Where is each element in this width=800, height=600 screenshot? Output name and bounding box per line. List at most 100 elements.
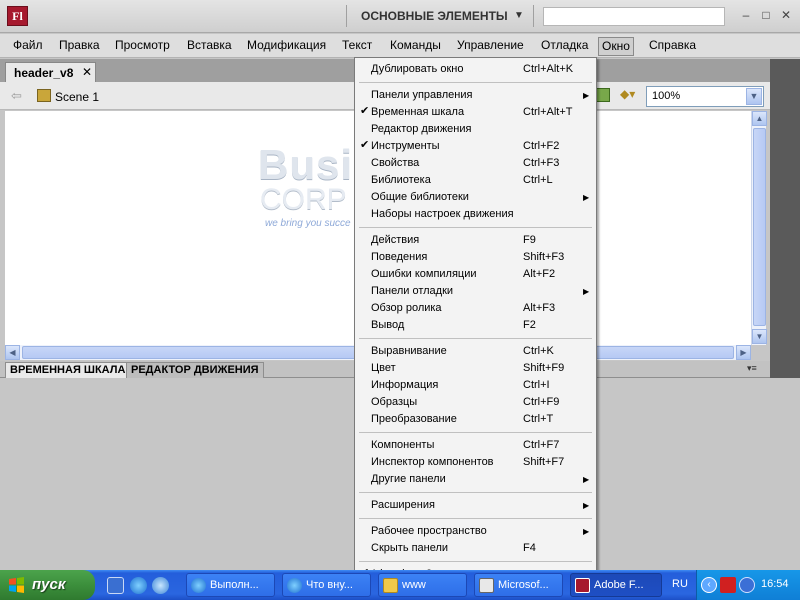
- windows-logo-icon: [9, 577, 24, 593]
- menu-item[interactable]: Информация Ctrl+I: [355, 377, 596, 394]
- search-input[interactable]: [543, 7, 725, 26]
- menu-help[interactable]: Справка: [646, 38, 699, 55]
- antivirus-icon[interactable]: [720, 577, 736, 593]
- start-label: пуск: [32, 576, 66, 593]
- menu-item[interactable]: Ошибки компиляции Alt+F2: [355, 266, 596, 283]
- submenu-arrow-icon: ▶: [583, 475, 590, 484]
- maximize-icon[interactable]: □: [759, 8, 773, 22]
- edit-symbols-icon[interactable]: [596, 88, 610, 102]
- menu-item[interactable]: Библиотека Ctrl+L: [355, 172, 596, 189]
- tray-expand-icon[interactable]: ‹: [701, 577, 717, 593]
- menu-file[interactable]: Файл: [10, 38, 46, 55]
- start-button[interactable]: пуск: [0, 570, 95, 600]
- menu-item[interactable]: Другие панели ▶: [355, 471, 596, 488]
- menu-item[interactable]: Компоненты Ctrl+F7: [355, 437, 596, 454]
- menu-item-shortcut: F4: [523, 542, 536, 554]
- menu-debug[interactable]: Отладка: [538, 38, 591, 55]
- vertical-scrollbar[interactable]: ▲ ▼: [751, 111, 767, 345]
- menu-separator: [359, 492, 592, 493]
- menu-separator: [359, 561, 592, 562]
- taskbar-button-active[interactable]: Adobe F...: [570, 573, 662, 597]
- taskbar-button[interactable]: Выполн...: [186, 573, 275, 597]
- menu-item[interactable]: Дублировать окно Ctrl+Alt+K: [355, 61, 596, 78]
- menu-item-label: Дублировать окно: [371, 63, 464, 75]
- banner-tagline: we bring you succe: [265, 218, 351, 229]
- menu-item[interactable]: Панели управления ▶: [355, 87, 596, 104]
- menu-separator: [359, 432, 592, 433]
- submenu-arrow-icon: ▶: [583, 287, 590, 296]
- tab-timeline[interactable]: ВРЕМЕННАЯ ШКАЛА: [5, 362, 131, 378]
- scroll-left-icon[interactable]: ◀: [5, 345, 20, 360]
- menu-item[interactable]: Образцы Ctrl+F9: [355, 394, 596, 411]
- menu-item[interactable]: Панели отладки ▶: [355, 283, 596, 300]
- workspace-switcher[interactable]: ОСНОВНЫЕ ЭЛЕМЕНТЫ: [361, 9, 508, 23]
- close-icon[interactable]: ✕: [82, 65, 92, 79]
- chevron-down-icon[interactable]: ▼: [746, 88, 762, 105]
- menu-item[interactable]: Свойства Ctrl+F3: [355, 155, 596, 172]
- menu-commands[interactable]: Команды: [387, 38, 444, 55]
- menu-item[interactable]: ✔ Временная шкала Ctrl+Alt+T: [355, 104, 596, 121]
- menu-item[interactable]: Рабочее пространство ▶: [355, 523, 596, 540]
- menu-item[interactable]: Действия F9: [355, 232, 596, 249]
- show-desktop-icon[interactable]: [107, 577, 124, 594]
- menu-window[interactable]: Окно: [598, 37, 634, 56]
- menu-item-label: Инструменты: [371, 140, 440, 152]
- close-icon[interactable]: ✕: [779, 8, 793, 22]
- taskbar-button[interactable]: www: [378, 573, 467, 597]
- panel-collapse-grip[interactable]: [770, 59, 800, 73]
- menu-insert[interactable]: Вставка: [184, 38, 235, 55]
- menu-item[interactable]: Вывод F2: [355, 317, 596, 334]
- scrollbar-thumb[interactable]: [753, 128, 766, 326]
- internet-explorer-icon[interactable]: [130, 577, 147, 594]
- scroll-right-icon[interactable]: ▶: [736, 345, 751, 360]
- menu-item-label: Выравнивание: [371, 345, 447, 357]
- menu-edit[interactable]: Правка: [56, 38, 103, 55]
- menu-modify[interactable]: Модификация: [244, 38, 329, 55]
- menu-item-label: Обзор ролика: [371, 302, 442, 314]
- zoom-select[interactable]: 100% ▼: [646, 86, 764, 107]
- menu-item[interactable]: Расширения ▶: [355, 497, 596, 514]
- menu-item[interactable]: Инспектор компонентов Shift+F7: [355, 454, 596, 471]
- menu-text[interactable]: Текст: [339, 38, 375, 55]
- zoom-value: 100%: [652, 90, 681, 102]
- tab-motion-editor[interactable]: РЕДАКТОР ДВИЖЕНИЯ: [126, 362, 264, 378]
- scroll-down-icon[interactable]: ▼: [752, 329, 767, 344]
- scene-label[interactable]: Scene 1: [55, 90, 99, 104]
- scene-clapper-icon: [37, 89, 51, 102]
- menu-item[interactable]: Обзор ролика Alt+F3: [355, 300, 596, 317]
- document-tab[interactable]: header_v8 ✕: [5, 62, 96, 82]
- menu-item[interactable]: Редактор движения: [355, 121, 596, 138]
- menu-item[interactable]: Наборы настроек движения: [355, 206, 596, 223]
- menu-item[interactable]: Поведения Shift+F3: [355, 249, 596, 266]
- edit-scene-icon[interactable]: ◆▾: [620, 87, 638, 103]
- menu-item-label: Инспектор компонентов: [371, 456, 494, 468]
- taskbar-button[interactable]: Microsof...: [474, 573, 563, 597]
- task-label: Microsof...: [498, 579, 549, 591]
- menu-item[interactable]: Общие библиотеки ▶: [355, 189, 596, 206]
- minimize-icon[interactable]: –: [739, 8, 753, 22]
- menu-item-shortcut: Ctrl+F9: [523, 396, 560, 408]
- menu-item[interactable]: Выравнивание Ctrl+K: [355, 343, 596, 360]
- menu-separator: [359, 82, 592, 83]
- taskbar: пуск Выполн... Что вну... www Microsof..…: [0, 570, 800, 600]
- scroll-up-icon[interactable]: ▲: [752, 111, 767, 126]
- task-label: Выполн...: [210, 579, 259, 591]
- menu-item[interactable]: Цвет Shift+F9: [355, 360, 596, 377]
- menu-view[interactable]: Просмотр: [112, 38, 173, 55]
- internet-explorer-icon: [191, 578, 206, 593]
- menu-control[interactable]: Управление: [454, 38, 527, 55]
- panel-menu-icon[interactable]: ▾≡: [747, 363, 757, 374]
- network-icon[interactable]: [739, 577, 755, 593]
- language-indicator[interactable]: RU: [672, 578, 688, 590]
- menu-separator: [359, 518, 592, 519]
- menu-item[interactable]: ✔ Инструменты Ctrl+F2: [355, 138, 596, 155]
- media-player-icon[interactable]: [152, 577, 169, 594]
- taskbar-button[interactable]: Что вну...: [282, 573, 371, 597]
- chevron-down-icon[interactable]: ▼: [514, 10, 524, 21]
- title-bar: Fl ОСНОВНЫЕ ЭЛЕМЕНТЫ ▼ – □ ✕: [0, 0, 800, 33]
- banner-subtitle: CORP: [260, 183, 347, 216]
- menu-item-label: Панели отладки: [371, 285, 454, 297]
- menu-item[interactable]: Преобразование Ctrl+T: [355, 411, 596, 428]
- menu-item[interactable]: Скрыть панели F4: [355, 540, 596, 557]
- back-arrow-icon[interactable]: ⇦: [11, 88, 22, 104]
